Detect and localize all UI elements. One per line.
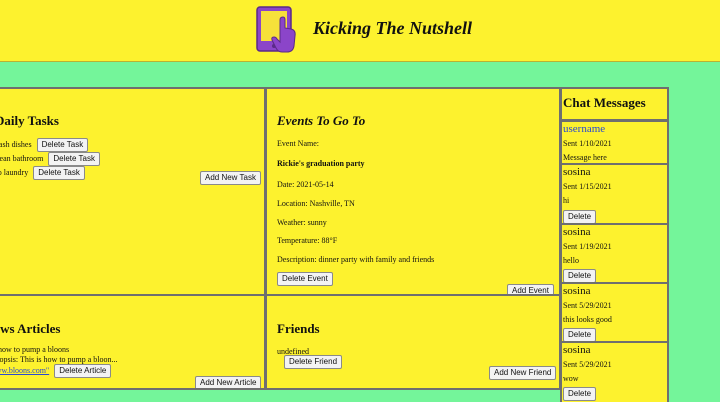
delete-task-button[interactable]: Delete Task (48, 152, 100, 166)
chat-message: sosina Sent 1/19/2021 hello Delete (560, 223, 669, 284)
chat-message-text: wow (563, 374, 579, 383)
chat-message-text: this looks good (563, 315, 612, 324)
chat-message-text: Message here (563, 153, 607, 162)
chat-message-text: hi (563, 196, 570, 205)
chat-username: sosina (563, 226, 591, 238)
chat-message: sosina Sent 5/29/2021 wow Delete (560, 341, 669, 402)
chat-sent-date: Sent 1/15/2021 (563, 182, 612, 191)
chat-sent-date: Sent 5/29/2021 (563, 301, 612, 310)
chat-message: sosina Sent 1/15/2021 hi Delete (560, 163, 669, 225)
task-list: Wash dishes Delete Task Clean bathroom D… (0, 138, 100, 180)
delete-message-button[interactable]: Delete (563, 210, 597, 224)
events-title: Events To Go To (277, 113, 366, 128)
add-friend-button[interactable]: Add New Friend (489, 366, 557, 380)
delete-message-button[interactable]: Delete (563, 269, 597, 283)
chat-username: sosina (563, 285, 591, 297)
task-item: Clean bathroom Delete Task (0, 152, 100, 166)
tasks-panel: Daily Tasks Wash dishes Delete Task Clea… (0, 87, 266, 296)
article-link-row: www.bloons.com" Delete Article (0, 364, 112, 378)
events-panel: Events To Go To Event Name: Rickie's gra… (265, 87, 561, 296)
tasks-title: Daily Tasks (0, 113, 59, 128)
chat-sent-date: Sent 5/29/2021 (563, 360, 612, 369)
event-location: Location: Nashville, TN (277, 199, 355, 208)
add-task-button[interactable]: Add New Task (200, 171, 261, 185)
task-label: Do laundry (0, 168, 29, 177)
delete-event-button[interactable]: Delete Event (277, 272, 333, 286)
event-description: Description: dinner party with family an… (277, 255, 435, 264)
site-header: Kicking The Nutshell (0, 0, 720, 62)
add-article-button[interactable]: Add New Article (195, 376, 262, 388)
delete-task-button[interactable]: Delete Task (36, 138, 89, 152)
articles-panel: News Articles how to pump a bloons Synop… (0, 294, 266, 390)
task-label: Clean bathroom (0, 154, 44, 163)
chat-username[interactable]: username (563, 123, 605, 135)
delete-task-button[interactable]: Delete Task (33, 166, 85, 180)
chat-sent-date: Sent 1/10/2021 (563, 139, 612, 148)
friends-title: Friends (277, 321, 320, 336)
task-label: Wash dishes (0, 140, 32, 149)
task-item: Wash dishes Delete Task (0, 138, 100, 152)
chat-message: sosina Sent 5/29/2021 this looks good De… (560, 282, 669, 343)
site-title: Kicking The Nutshell (313, 18, 473, 38)
event-weather: Weather: sunny (277, 218, 327, 227)
chat-sent-date: Sent 1/19/2021 (563, 242, 612, 251)
chat-header: Chat Messages (560, 87, 669, 121)
event-name-value: Rickie's graduation party (277, 159, 365, 168)
articles-title: News Articles (0, 321, 61, 336)
chat-title: Chat Messages (563, 95, 646, 110)
delete-friend-button[interactable]: Delete Friend (284, 355, 343, 369)
article-link[interactable]: www.bloons.com" (0, 366, 49, 375)
delete-message-button[interactable]: Delete (563, 328, 597, 342)
chat-username: sosina (563, 166, 591, 178)
event-date: Date: 2021-05-14 (277, 180, 334, 189)
delete-message-button[interactable]: Delete (563, 387, 597, 401)
chat-message-text: hello (563, 256, 579, 265)
delete-article-button[interactable]: Delete Article (54, 364, 112, 378)
task-item: Do laundry Delete Task (0, 166, 100, 180)
friends-panel: Friends undefined Delete Friend Add New … (265, 294, 561, 390)
event-name-label: Event Name: (277, 139, 319, 148)
chat-message: username Sent 1/10/2021 Message here (560, 120, 669, 165)
tablet-tap-icon (256, 6, 296, 53)
chat-username: sosina (563, 344, 591, 356)
event-temperature: Temperature: 88°F (277, 236, 338, 245)
